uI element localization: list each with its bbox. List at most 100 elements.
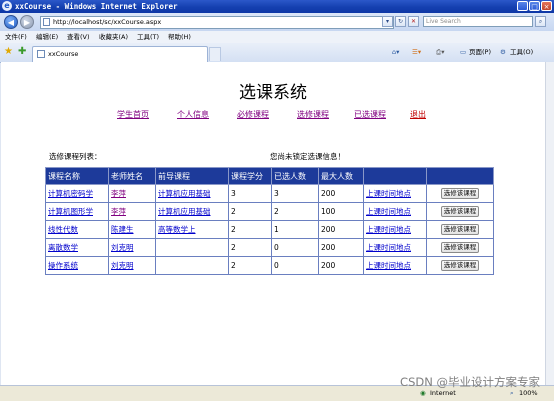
max-cell: 200: [318, 184, 364, 203]
menu-help[interactable]: 帮助(H): [168, 31, 191, 43]
teacher-link[interactable]: 李萍: [111, 207, 126, 216]
schedule-link[interactable]: 上课时间地点: [366, 261, 411, 270]
feeds-icon[interactable]: ☰▾: [412, 45, 421, 59]
course-name-link[interactable]: 操作系统: [48, 261, 78, 270]
select-course-button[interactable]: 选修该课程: [440, 206, 480, 217]
page-menu-button[interactable]: 页面(P): [469, 45, 491, 59]
select-course-button[interactable]: 选修该课程: [440, 188, 480, 199]
enrolled-cell: 3: [271, 184, 319, 203]
tab-toolbar: ★ ✚ xxCourse ⌂▾ ☰▾ ⎙▾ ▭ 页面(P) ⚙ 工具(O): [0, 43, 554, 63]
teacher-link[interactable]: 刘克明: [111, 243, 134, 252]
ie-logo-icon: e: [2, 1, 12, 11]
tools-gear-icon[interactable]: ⚙: [500, 45, 506, 59]
teacher-link[interactable]: 陈建生: [111, 225, 134, 234]
enrolled-cell: 0: [271, 256, 319, 275]
home-icon[interactable]: ⌂▾: [392, 45, 399, 59]
prerequisite-link[interactable]: 计算机应用基础: [158, 207, 211, 216]
watermark: CSDN @毕业设计方案专家: [400, 375, 540, 389]
max-cell: 200: [318, 220, 364, 239]
nav-selected-courses[interactable]: 已选课程: [354, 110, 386, 120]
menu-edit[interactable]: 编辑(E): [36, 31, 58, 43]
nav-elective-courses[interactable]: 选修课程: [297, 110, 329, 120]
schedule-link[interactable]: 上课时间地点: [366, 189, 411, 198]
schedule-link[interactable]: 上课时间地点: [366, 207, 411, 216]
menu-view[interactable]: 查看(V): [67, 31, 90, 43]
col-schedule: [363, 167, 427, 185]
forward-button[interactable]: ▶: [20, 15, 34, 29]
select-course-button[interactable]: 选修该课程: [440, 224, 480, 235]
list-label: 选修课程列表：: [49, 152, 102, 161]
nav-student-home[interactable]: 学生首页: [117, 110, 149, 120]
window-title: xxCourse - Windows Internet Explorer: [15, 2, 178, 11]
menu-tools[interactable]: 工具(T): [137, 31, 159, 43]
vertical-scrollbar[interactable]: [545, 62, 554, 385]
prerequisite-link[interactable]: 高等数学上: [158, 225, 196, 234]
col-credits: 课程学分: [228, 167, 272, 185]
menu-favorites[interactable]: 收藏夹(A): [99, 31, 128, 43]
stop-button[interactable]: ✕: [408, 16, 419, 27]
max-cell: 200: [318, 238, 364, 257]
minimize-button[interactable]: _: [517, 1, 528, 11]
teacher-link[interactable]: 李萍: [111, 189, 126, 198]
favorites-star-icon[interactable]: ★: [4, 46, 13, 58]
page-menu-icon[interactable]: ▭: [460, 45, 466, 59]
prerequisite-cell: [155, 256, 229, 275]
back-button[interactable]: ◀: [4, 15, 18, 29]
address-url: http://localhost/sc/xxCourse.aspx: [53, 18, 162, 26]
tab-label: xxCourse: [48, 50, 79, 58]
credits-cell: 2: [228, 238, 272, 257]
col-enrolled: 已选人数: [271, 167, 319, 185]
col-teacher: 老师姓名: [108, 167, 156, 185]
course-name-link[interactable]: 离散数学: [48, 243, 78, 252]
col-course-name: 课程名称: [45, 167, 109, 185]
add-favorites-icon[interactable]: ✚: [18, 46, 26, 58]
window-title-bar[interactable]: e xxCourse - Windows Internet Explorer _…: [0, 0, 554, 13]
close-button[interactable]: ×: [541, 1, 552, 11]
table-row: 计算机图形学 李萍 计算机应用基础 2 2 100 上课时间地点 选修该课程: [45, 202, 494, 221]
credits-cell: 3: [228, 184, 272, 203]
page-icon: [43, 18, 50, 26]
schedule-link[interactable]: 上课时间地点: [366, 243, 411, 252]
course-name-link[interactable]: 线性代数: [48, 225, 78, 234]
new-tab-button[interactable]: [209, 47, 221, 61]
nav-required-courses[interactable]: 必修课程: [237, 110, 269, 120]
table-row: 操作系统 刘克明 2 0 200 上课时间地点 选修该课程: [45, 256, 494, 275]
refresh-button[interactable]: ↻: [395, 16, 406, 27]
max-cell: 100: [318, 202, 364, 221]
menu-file[interactable]: 文件(F): [5, 31, 27, 43]
course-name-link[interactable]: 计算机图形学: [48, 207, 93, 216]
table-row: 离散数学 刘克明 2 0 200 上课时间地点 选修该课程: [45, 238, 494, 257]
tab-page-icon: [37, 50, 45, 58]
col-prerequisite: 前导课程: [155, 167, 229, 185]
table-row: 计算机密码学 李萍 计算机应用基础 3 3 200 上课时间地点 选修该课程: [45, 184, 494, 203]
print-icon[interactable]: ⎙▾: [436, 45, 444, 59]
col-max: 最大人数: [318, 167, 364, 185]
nav-logout[interactable]: 退出: [410, 110, 426, 120]
maximize-button[interactable]: □: [529, 1, 540, 11]
course-table: 课程名称 老师姓名 前导课程 课程学分 已选人数 最大人数 计算机密码学 李萍 …: [45, 167, 494, 275]
page-title: 选课系统: [239, 83, 307, 103]
address-dropdown-button[interactable]: ▾: [382, 16, 393, 27]
select-course-button[interactable]: 选修该课程: [440, 242, 480, 253]
enrolled-cell: 2: [271, 202, 319, 221]
tools-menu-button[interactable]: 工具(O): [510, 45, 533, 59]
tab-xxcourse[interactable]: xxCourse: [32, 46, 208, 62]
table-header-row: 课程名称 老师姓名 前导课程 课程学分 已选人数 最大人数: [45, 167, 494, 185]
max-cell: 200: [318, 256, 364, 275]
nav-personal-info[interactable]: 个人信息: [177, 110, 209, 120]
col-action: [426, 167, 494, 185]
page-content: 选课系统 学生首页 个人信息 必修课程 选修课程 已选课程 退出 选修课程列表：…: [1, 62, 545, 385]
credits-cell: 2: [228, 256, 272, 275]
prerequisite-cell: [155, 238, 229, 257]
search-input[interactable]: Live Search: [423, 16, 533, 27]
schedule-link[interactable]: 上课时间地点: [366, 225, 411, 234]
address-input[interactable]: http://localhost/sc/xxCourse.aspx: [40, 16, 394, 29]
table-row: 线性代数 陈建生 高等数学上 2 1 200 上课时间地点 选修该课程: [45, 220, 494, 239]
select-course-button[interactable]: 选修该课程: [440, 260, 480, 271]
teacher-link[interactable]: 刘克明: [111, 261, 134, 270]
address-toolbar: ◀ ▶ http://localhost/sc/xxCourse.aspx ▾ …: [0, 13, 554, 31]
prerequisite-link[interactable]: 计算机应用基础: [158, 189, 211, 198]
search-icon[interactable]: ⌕: [535, 16, 546, 27]
credits-cell: 2: [228, 220, 272, 239]
course-name-link[interactable]: 计算机密码学: [48, 189, 93, 198]
